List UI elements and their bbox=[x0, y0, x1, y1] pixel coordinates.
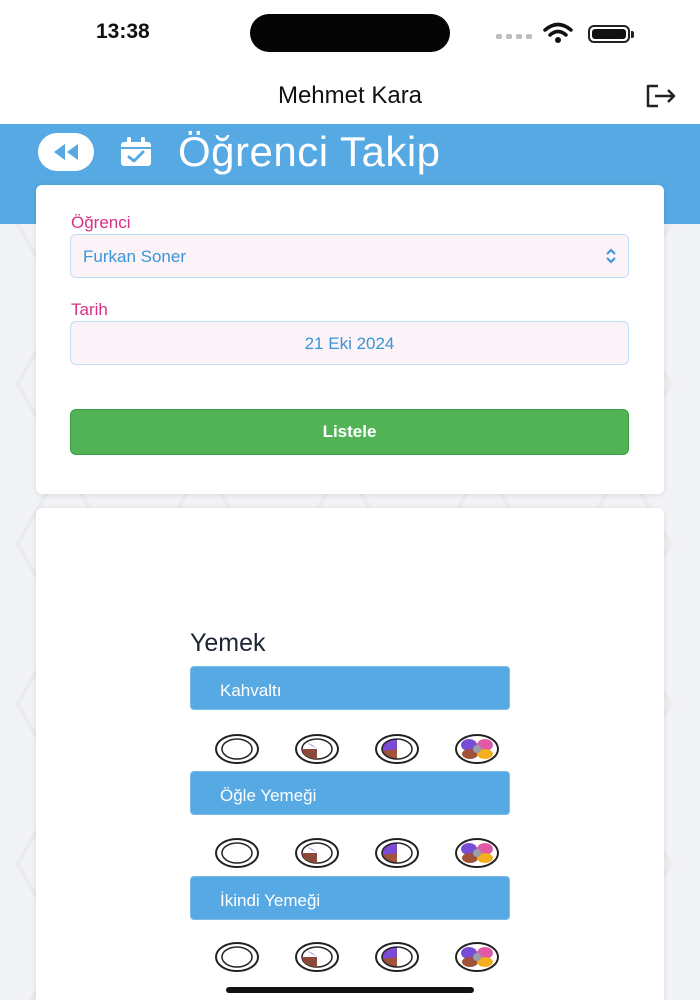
date-picker[interactable]: 21 Eki 2024 bbox=[70, 321, 629, 365]
status-bar: 13:38 bbox=[0, 0, 700, 66]
student-select[interactable]: Furkan Soner bbox=[70, 234, 629, 278]
portion-options-lunch bbox=[214, 837, 500, 869]
half-plate-icon[interactable] bbox=[374, 733, 420, 765]
empty-plate-icon[interactable] bbox=[214, 733, 260, 765]
quarter-plate-icon[interactable] bbox=[294, 941, 340, 973]
calendar-check-icon bbox=[121, 137, 151, 166]
back-button[interactable] bbox=[38, 133, 94, 171]
empty-plate-icon[interactable] bbox=[214, 837, 260, 869]
meal-bar-afternoon[interactable]: İkindi Yemeği bbox=[190, 876, 510, 920]
list-button[interactable]: Listele bbox=[70, 409, 629, 455]
student-label: Öğrenci bbox=[71, 213, 131, 232]
home-indicator bbox=[226, 987, 474, 993]
select-arrows-icon bbox=[606, 248, 616, 264]
student-select-value: Furkan Soner bbox=[83, 247, 186, 266]
dynamic-island bbox=[250, 14, 450, 52]
quarter-plate-icon[interactable] bbox=[294, 733, 340, 765]
logout-icon[interactable] bbox=[644, 82, 678, 110]
date-label: Tarih bbox=[71, 300, 108, 319]
battery-icon bbox=[588, 25, 634, 43]
rewind-icon bbox=[54, 144, 78, 160]
full-plate-icon[interactable] bbox=[454, 733, 500, 765]
portion-options-afternoon bbox=[214, 941, 500, 973]
portion-options-breakfast bbox=[214, 733, 500, 765]
status-time: 13:38 bbox=[96, 20, 150, 43]
meal-bar-lunch[interactable]: Öğle Yemeği bbox=[190, 771, 510, 815]
user-name: Mehmet Kara bbox=[277, 82, 423, 109]
page-title: Öğrenci Takip bbox=[178, 128, 441, 175]
date-picker-value: 21 Eki 2024 bbox=[304, 334, 395, 353]
meal-bar-breakfast[interactable]: Kahvaltı bbox=[190, 666, 510, 710]
full-plate-icon[interactable] bbox=[454, 837, 500, 869]
empty-plate-icon[interactable] bbox=[214, 941, 260, 973]
navigation-bar: Mehmet Kara bbox=[0, 66, 700, 124]
half-plate-icon[interactable] bbox=[374, 837, 420, 869]
full-plate-icon[interactable] bbox=[454, 941, 500, 973]
wifi-icon bbox=[543, 22, 573, 43]
meal-card: Yemek Kahvaltı Öğle Yemeği İkindi Yemeği bbox=[36, 508, 664, 1000]
half-plate-icon[interactable] bbox=[374, 941, 420, 973]
filter-card: Öğrenci Furkan Soner Tarih 21 Eki 2024 L… bbox=[36, 185, 664, 494]
cellular-signal-icon bbox=[496, 34, 532, 39]
food-section-title: Yemek bbox=[190, 629, 266, 657]
quarter-plate-icon[interactable] bbox=[294, 837, 340, 869]
